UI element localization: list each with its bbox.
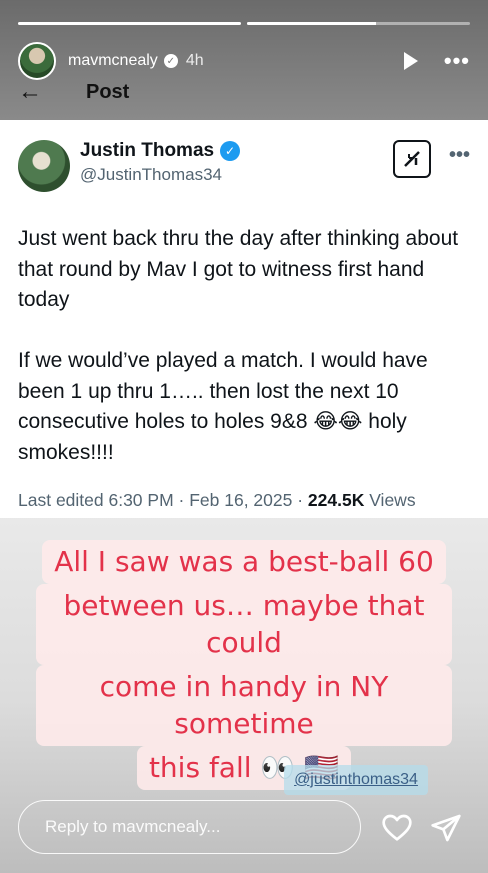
verified-badge-icon: ✓	[220, 141, 241, 161]
tweet-handle: @JustinThomas34	[80, 165, 222, 184]
tweet-views-label: Views	[364, 490, 416, 510]
story-caption: All I saw was a best-ball 60 between us……	[36, 540, 452, 791]
tweet-meta: Last edited 6:30 PM · Feb 16, 2025 · 224…	[18, 490, 470, 511]
reply-bar[interactable]	[18, 800, 361, 854]
story-username[interactable]: mavmcnealy	[68, 52, 158, 70]
more-icon[interactable]: •••	[444, 50, 470, 72]
post-title: Post	[86, 80, 130, 103]
reply-input[interactable]	[45, 817, 335, 837]
progress-fill-1	[18, 22, 241, 25]
tweet-edited-timestamp: Last edited 6:30 PM · Feb 16, 2025 ·	[18, 490, 308, 510]
story-controls: •••	[403, 50, 470, 72]
story-time: 4h	[185, 52, 204, 69]
progress-segment-2	[247, 22, 470, 25]
grok-glyph-icon	[404, 151, 420, 167]
heart-icon[interactable]	[381, 812, 413, 844]
caption-line-2: between us… maybe that could	[36, 584, 452, 666]
send-icon[interactable]	[430, 812, 462, 844]
tweet-card: Justin Thomas ✓ @JustinThomas34 ••• Just…	[0, 120, 488, 518]
grok-icon	[392, 140, 431, 178]
tweet-avatar	[18, 140, 70, 192]
tweet-body: Just went back thru the day after thinki…	[18, 227, 459, 464]
play-icon[interactable]	[403, 52, 418, 70]
verified-icon: ✓	[163, 54, 178, 68]
progress-fill-2	[247, 22, 377, 25]
tweet-author-name-row: Justin Thomas ✓	[80, 140, 241, 162]
tweet-header: Justin Thomas ✓ @JustinThomas34 •••	[18, 140, 470, 192]
caption-line-3: come in handy in NY sometime	[36, 665, 452, 746]
caption-line-1: All I saw was a best-ball 60	[42, 540, 446, 585]
story-header: mavmcnealy ✓ 4h •••	[18, 42, 470, 80]
post-nav: ← Post	[18, 78, 129, 106]
story-avatar[interactable]	[18, 42, 56, 80]
back-arrow-icon: ←	[18, 78, 42, 105]
tweet-author: Justin Thomas ✓ @JustinThomas34	[80, 140, 241, 185]
tweet-more-icon: •••	[448, 144, 470, 166]
story-progress	[18, 22, 470, 25]
mention-sticker[interactable]: @justinthomas34	[284, 765, 428, 795]
tweet-display-name: Justin Thomas	[80, 140, 215, 161]
progress-segment-1	[18, 22, 241, 25]
tweet-views-count: 224.5K	[307, 490, 365, 510]
